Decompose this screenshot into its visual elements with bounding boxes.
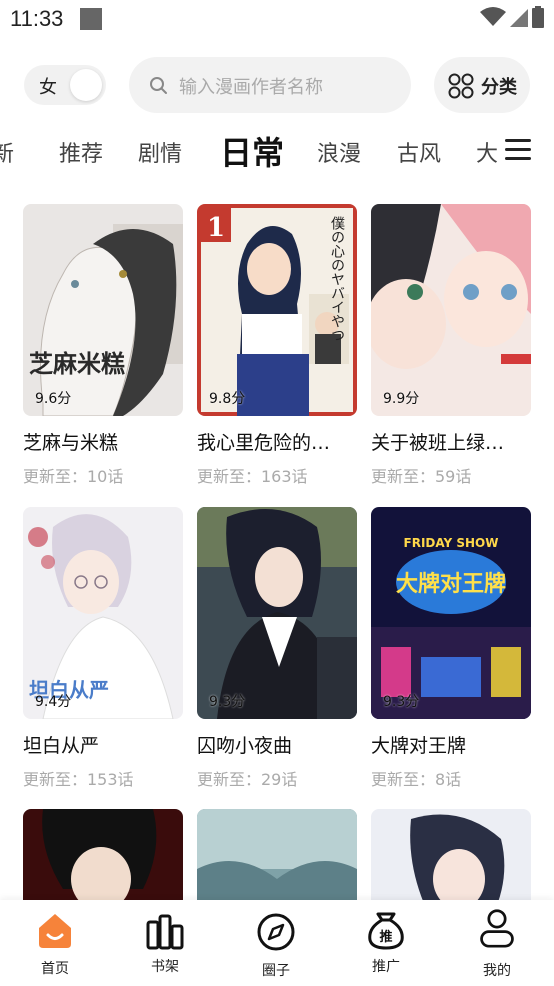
cover-art: 坦白从严 [23, 507, 183, 719]
cover-title-text: 芝麻米糕 [29, 350, 125, 378]
nav-circle[interactable]: 圈子 [221, 900, 331, 986]
notification-icon [80, 8, 102, 30]
toggle-knob [70, 69, 102, 101]
nav-home[interactable]: 首页 [0, 900, 110, 986]
comic-cover[interactable] [197, 809, 357, 904]
wifi-icon [480, 7, 506, 26]
comic-score: 9.8分 [209, 391, 246, 407]
comic-cover[interactable]: 坦白从严 9.4分 [23, 507, 183, 719]
comic-update: 更新至：29话 [197, 770, 298, 789]
comic-card[interactable]: 1 僕の心のヤバイやつ 9.8分 我心里危险的东西 更新至：163话 [197, 204, 357, 487]
comic-title[interactable]: 坦白从严 [23, 731, 173, 758]
comic-update: 更新至：8话 [371, 770, 462, 789]
tab-new[interactable]: 新 [0, 136, 14, 168]
comic-cover[interactable]: 1 僕の心のヤバイやつ 9.8分 [197, 204, 357, 416]
comic-update: 更新至：10话 [23, 467, 124, 486]
category-label: 分类 [481, 77, 517, 98]
tab-daily[interactable]: 日常 [220, 128, 284, 174]
category-button[interactable]: 分类 [434, 57, 530, 113]
comic-cover[interactable] [371, 809, 531, 904]
comic-card[interactable] [197, 809, 357, 904]
comic-card[interactable] [23, 809, 183, 904]
nav-bookshelf-label: 书架 [151, 959, 179, 975]
cover-art: 芝麻米糕 [23, 204, 183, 416]
cover-title-text: 大牌对王牌 [396, 571, 506, 597]
top-header: 女 输入漫画作者名称 分类 [0, 56, 554, 114]
comic-cover[interactable]: 芝麻米糕 9.6分 [23, 204, 183, 416]
promote-bag-icon: 推 [368, 912, 404, 950]
tab-recommend[interactable]: 推荐 [59, 136, 103, 168]
gender-label: 女 [39, 77, 57, 98]
bookshelf-icon [146, 914, 184, 950]
status-bar: 11:33 [0, 0, 554, 40]
comic-score: 9.4分 [35, 694, 72, 710]
search-placeholder: 输入漫画作者名称 [179, 77, 323, 98]
nav-profile[interactable]: 我的 [442, 900, 552, 986]
comic-card[interactable]: 坦白从严 9.4分 坦白从严 更新至：153话 [23, 507, 183, 790]
comic-title[interactable]: 芝麻与米糕 [23, 428, 173, 455]
home-icon [39, 914, 71, 948]
compass-icon [257, 913, 295, 951]
nav-bookshelf[interactable]: 书架 [110, 900, 220, 986]
comic-title[interactable]: 大牌对王牌 [371, 731, 521, 758]
comic-title[interactable]: 我心里危险的东西 [197, 428, 347, 455]
signal-icon [510, 9, 528, 27]
nav-promote[interactable]: 推 推广 [331, 900, 441, 986]
bottom-nav: 首页 书架 圈子 推 推广 我的 [0, 900, 554, 986]
nav-home-label: 首页 [41, 961, 69, 977]
comic-cover[interactable]: 9.9分 [371, 204, 531, 416]
comic-title[interactable]: 囚吻小夜曲 [197, 731, 347, 758]
gender-toggle[interactable]: 女 [24, 65, 106, 105]
comic-title[interactable]: 关于被班上绿茶缠上这件事 [371, 428, 521, 455]
profile-icon [480, 909, 514, 948]
comic-update: 更新至：153话 [23, 770, 134, 789]
comic-card[interactable]: 芝麻米糕 9.6分 芝麻与米糕 更新至：10话 [23, 204, 183, 487]
comic-card[interactable]: 9.9分 关于被班上绿茶缠上这件事 更新至：59话 [371, 204, 531, 487]
comic-score: 9.6分 [35, 391, 72, 407]
battery-icon [532, 6, 544, 28]
comic-cover[interactable] [23, 809, 183, 904]
svg-text:推: 推 [379, 929, 392, 945]
cover-art [371, 809, 531, 904]
cover-art [23, 809, 183, 904]
comic-cover[interactable]: 9.3分 [197, 507, 357, 719]
comic-cover[interactable]: FRIDAY SHOW 大牌对王牌 9.3分 [371, 507, 531, 719]
nav-promote-label: 推广 [372, 959, 400, 975]
nav-profile-label: 我的 [483, 963, 511, 979]
nav-circle-label: 圈子 [262, 963, 290, 979]
search-input[interactable]: 输入漫画作者名称 [129, 57, 411, 113]
comic-card[interactable]: FRIDAY SHOW 大牌对王牌 9.3分 大牌对王牌 更新至：8话 [371, 507, 531, 790]
tab-more[interactable]: 大 [476, 136, 498, 168]
comic-update: 更新至：59话 [371, 467, 472, 486]
comic-score: 9.3分 [383, 694, 420, 710]
tab-ancient[interactable]: 古风 [397, 136, 441, 168]
status-time: 11:33 [10, 6, 64, 31]
menu-icon[interactable] [505, 139, 531, 161]
cover-art: 1 僕の心のヤバイやつ [197, 204, 357, 416]
cover-vertical-title: 僕の心のヤバイやつ [329, 216, 345, 342]
volume-number: 1 [207, 213, 225, 243]
cover-art: FRIDAY SHOW 大牌对王牌 [371, 507, 531, 719]
cover-show-name: FRIDAY SHOW [404, 536, 499, 550]
cover-art [197, 507, 357, 719]
tab-romance[interactable]: 浪漫 [317, 136, 361, 168]
category-tabs: 新 推荐 剧情 日常 浪漫 古风 大 [0, 126, 500, 176]
comic-score: 9.3分 [209, 694, 246, 710]
cover-art [371, 204, 531, 416]
comic-score: 9.9分 [383, 391, 420, 407]
comic-grid: 芝麻米糕 9.6分 芝麻与米糕 更新至：10话 1 僕の心のヤバイやつ 9.8分… [0, 204, 554, 904]
status-indicators [480, 6, 544, 28]
cover-art [197, 809, 357, 904]
tab-drama[interactable]: 剧情 [138, 136, 182, 168]
grid-icon [448, 73, 474, 99]
comic-update: 更新至：163话 [197, 467, 308, 486]
comic-card[interactable] [371, 809, 531, 904]
comic-card[interactable]: 9.3分 囚吻小夜曲 更新至：29话 [197, 507, 357, 790]
search-icon [150, 77, 167, 94]
